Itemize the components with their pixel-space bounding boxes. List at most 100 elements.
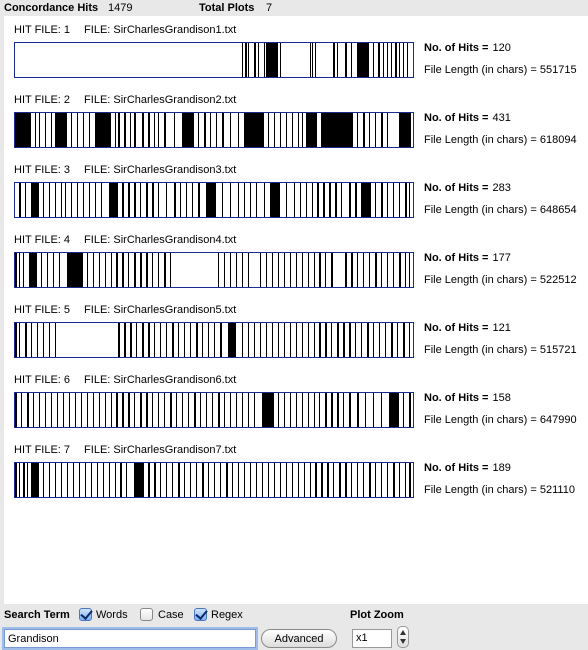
hit-tick[interactable] xyxy=(100,183,102,217)
hit-tick[interactable] xyxy=(345,253,347,287)
stepper-up-icon[interactable] xyxy=(400,630,406,635)
hit-tick[interactable] xyxy=(325,253,327,287)
hit-tick[interactable] xyxy=(381,113,383,147)
hit-tick[interactable] xyxy=(383,43,385,77)
hit-tick[interactable] xyxy=(267,463,269,497)
hit-tick[interactable] xyxy=(174,183,176,217)
hit-tick[interactable] xyxy=(98,393,101,427)
hit-tick[interactable] xyxy=(68,393,70,427)
hit-tick[interactable] xyxy=(385,323,387,357)
hit-tick[interactable] xyxy=(80,393,82,427)
dispersion-plot-bar[interactable] xyxy=(14,112,414,148)
hit-tick[interactable] xyxy=(301,323,303,357)
hit-tick[interactable] xyxy=(136,323,138,357)
hit-tick[interactable] xyxy=(391,323,393,357)
hit-tick[interactable] xyxy=(253,43,256,77)
search-input[interactable] xyxy=(4,629,256,648)
hit-tick[interactable] xyxy=(18,253,21,287)
hit-tick[interactable] xyxy=(241,253,243,287)
hit-tick[interactable] xyxy=(297,463,300,497)
hit-tick[interactable] xyxy=(215,113,218,147)
hit-tick[interactable] xyxy=(409,323,411,357)
hit-tick[interactable] xyxy=(409,253,411,287)
hit-tick[interactable] xyxy=(375,253,377,287)
hit-tick[interactable] xyxy=(38,393,40,427)
hit-tick[interactable] xyxy=(158,253,160,287)
hit-tick[interactable] xyxy=(361,183,372,217)
hit-tick[interactable] xyxy=(24,323,27,357)
hit-tick[interactable] xyxy=(148,113,150,147)
hit-tick[interactable] xyxy=(389,393,400,427)
hit-tick[interactable] xyxy=(237,113,240,147)
hit-tick[interactable] xyxy=(178,463,180,497)
dispersion-plot-bar[interactable] xyxy=(14,42,414,78)
hit-tick[interactable] xyxy=(202,463,204,497)
hit-tick[interactable] xyxy=(15,253,17,287)
hit-tick[interactable] xyxy=(249,183,252,217)
hit-tick[interactable] xyxy=(265,253,268,287)
hit-tick[interactable] xyxy=(52,253,54,287)
hit-tick[interactable] xyxy=(349,323,351,357)
hit-tick[interactable] xyxy=(363,253,365,287)
hit-tick[interactable] xyxy=(116,253,119,287)
hit-tick[interactable] xyxy=(154,113,156,147)
hit-tick[interactable] xyxy=(265,323,267,357)
hit-tick[interactable] xyxy=(399,253,401,287)
hit-tick[interactable] xyxy=(98,253,100,287)
hit-tick[interactable] xyxy=(184,323,186,357)
hit-tick[interactable] xyxy=(269,183,280,217)
hit-tick[interactable] xyxy=(122,253,124,287)
hit-tick[interactable] xyxy=(267,113,270,147)
hit-tick[interactable] xyxy=(30,183,39,217)
hit-tick[interactable] xyxy=(387,253,389,287)
hit-tick[interactable] xyxy=(76,183,78,217)
hit-tick[interactable] xyxy=(186,183,188,217)
hit-tick[interactable] xyxy=(367,323,369,357)
hit-tick[interactable] xyxy=(303,463,305,497)
hit-tick[interactable] xyxy=(365,393,367,427)
hit-tick[interactable] xyxy=(311,183,314,217)
hit-tick[interactable] xyxy=(217,393,220,427)
hit-tick[interactable] xyxy=(409,463,411,497)
hit-tick[interactable] xyxy=(227,323,236,357)
hit-tick[interactable] xyxy=(231,463,234,497)
hit-tick[interactable] xyxy=(375,113,377,147)
hit-tick[interactable] xyxy=(319,253,321,287)
hit-tick[interactable] xyxy=(158,183,160,217)
hit-tick[interactable] xyxy=(403,393,405,427)
hit-tick[interactable] xyxy=(291,113,293,147)
hit-tick[interactable] xyxy=(146,183,148,217)
hit-tick[interactable] xyxy=(285,113,287,147)
hit-tick[interactable] xyxy=(311,43,313,77)
hit-tick[interactable] xyxy=(321,463,324,497)
hit-tick[interactable] xyxy=(307,323,309,357)
hit-tick[interactable] xyxy=(66,463,69,497)
hit-tick[interactable] xyxy=(30,323,33,357)
hit-tick[interactable] xyxy=(259,323,261,357)
hit-tick[interactable] xyxy=(247,253,250,287)
hit-tick[interactable] xyxy=(196,323,198,357)
hit-tick[interactable] xyxy=(305,113,318,147)
hit-tick[interactable] xyxy=(331,393,333,427)
hit-tick[interactable] xyxy=(345,43,347,77)
hit-tick[interactable] xyxy=(146,393,148,427)
hit-tick[interactable] xyxy=(160,323,162,357)
hit-tick[interactable] xyxy=(142,323,144,357)
hit-tick[interactable] xyxy=(182,393,184,427)
hit-tick[interactable] xyxy=(88,183,91,217)
hit-tick[interactable] xyxy=(379,323,381,357)
hit-tick[interactable] xyxy=(399,183,401,217)
hit-tick[interactable] xyxy=(301,393,303,427)
hit-tick[interactable] xyxy=(158,393,160,427)
hit-tick[interactable] xyxy=(339,463,341,497)
hit-tick[interactable] xyxy=(219,463,222,497)
hit-tick[interactable] xyxy=(351,463,353,497)
hit-tick[interactable] xyxy=(241,323,244,357)
hit-tick[interactable] xyxy=(140,393,142,427)
hit-tick[interactable] xyxy=(128,393,130,427)
hit-tick[interactable] xyxy=(182,113,195,147)
hit-tick[interactable] xyxy=(166,463,168,497)
hit-tick[interactable] xyxy=(210,113,212,147)
hit-tick[interactable] xyxy=(369,463,371,497)
hit-tick[interactable] xyxy=(178,323,180,357)
